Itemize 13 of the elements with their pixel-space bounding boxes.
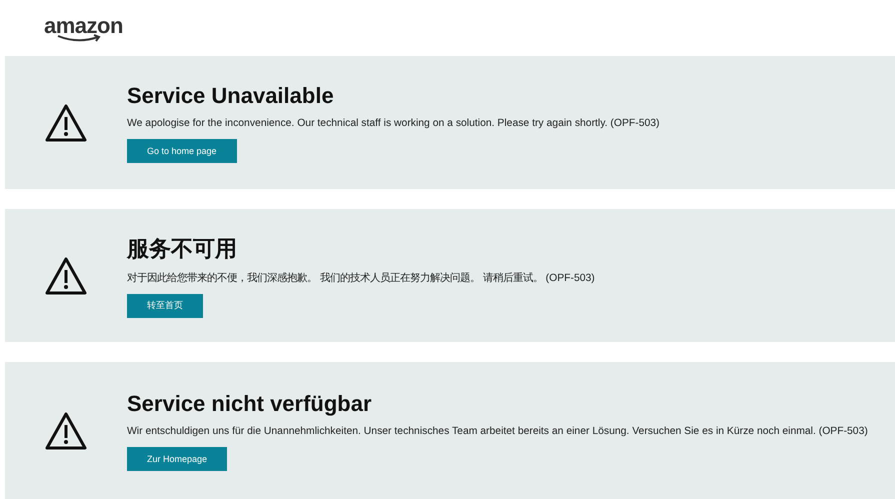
panel-title: Service nicht verfügbar	[127, 390, 373, 416]
warning-icon	[44, 102, 88, 142]
warning-icon	[44, 256, 88, 296]
panel-title: Service Unavailable	[127, 82, 335, 108]
warning-icon	[44, 410, 88, 450]
home-page-button[interactable]: Zur Homepage	[127, 446, 228, 470]
home-page-button[interactable]: 转至首页	[127, 294, 203, 318]
logo-text: amazon	[44, 16, 123, 36]
home-page-button[interactable]: Go to home page	[127, 138, 237, 162]
error-message: 对于因此给您带来的不便，我们深感抱歉。 我们的技术人员正在努力解决问题。 请稍后重试。 (OPF-503)	[127, 272, 596, 284]
error-message: We apologise for the inconvenience. Our technical staff is working on a solution. Please try again shortly. (OPF-503)	[127, 118, 661, 130]
panel-title: 服务不可用	[127, 234, 238, 262]
error-message: Wir entschuldigen uns für die Unannehmlichkeiten. Unser technisches Team arbeitet bereits an einer Lösung. Versuchen Sie es in Kürze noch einmal. (OPF-503)	[127, 426, 869, 438]
